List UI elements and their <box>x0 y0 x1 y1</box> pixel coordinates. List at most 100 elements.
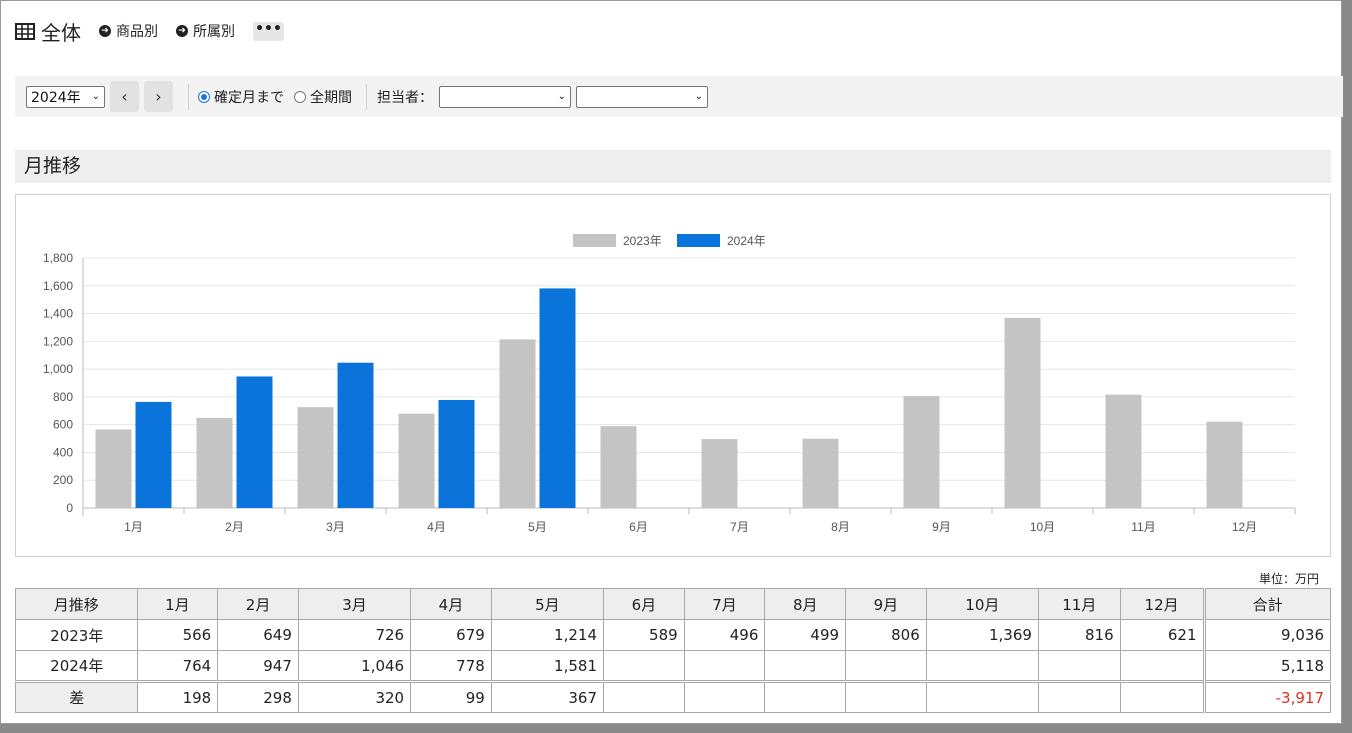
table-cell: 806 <box>845 619 927 651</box>
bar-curr-year <box>236 376 273 508</box>
table-header-cell: 4月 <box>410 588 492 620</box>
x-tick-label: 3月 <box>326 520 345 534</box>
y-tick-label: 800 <box>53 390 73 404</box>
table-cell <box>925 680 1039 713</box>
legend-swatch <box>677 234 720 247</box>
table-cell: 778 <box>410 650 492 682</box>
nav-link-product[interactable]: ➜ 商品別 <box>99 21 158 41</box>
filter-toolbar: 2024年 ⌄ ‹ › 確定月まで 全期間 担当者： ⌄ ⌄ <box>15 76 1343 117</box>
row-label: 2023年 <box>15 619 138 651</box>
total-cell: -3,917 <box>1202 680 1332 713</box>
table-header-cell: 5月 <box>490 588 605 620</box>
table-cell: 499 <box>764 619 847 651</box>
table-row: 2024年 764 947 1,046 778 1,581 5,118 <box>15 650 1332 682</box>
table-cell <box>764 650 847 682</box>
radio-all-period[interactable]: 全期間 <box>294 87 352 107</box>
table-header-row: 月推移 1月 2月 3月 4月 5月 6月 7月 8月 9月 10月 11月 12月 合計 <box>15 588 1332 620</box>
bar-curr-year <box>438 399 475 508</box>
bar-prev-year <box>1105 394 1142 508</box>
radio-confirmed-month[interactable]: 確定月まで <box>198 87 284 107</box>
monthly-table: 月推移 1月 2月 3月 4月 5月 6月 7月 8月 9月 10月 11月 12月 合計 2023年 56… <box>15 588 1332 713</box>
y-tick-label: 1,400 <box>43 307 73 321</box>
bar-prev-year <box>1004 317 1041 508</box>
circle-arrow-right-icon: ➜ <box>176 25 188 37</box>
table-cell: 496 <box>683 619 766 651</box>
toolbar-divider <box>366 83 367 110</box>
x-tick-label: 4月 <box>427 520 446 534</box>
table-cell: 1,214 <box>490 619 605 651</box>
year-select-value: 2024年 <box>31 89 81 106</box>
nav-link-department-label: 所属別 <box>193 24 235 40</box>
table-cell: 589 <box>603 619 685 651</box>
legend-label: 2023年 <box>623 234 662 248</box>
table-cell <box>764 680 847 713</box>
bar-curr-year <box>539 288 576 508</box>
table-cell: 1,369 <box>925 619 1039 651</box>
x-tick-label: 1月 <box>124 520 143 534</box>
table-cell: 726 <box>297 619 412 651</box>
staff-select-1[interactable]: ⌄ <box>439 85 571 108</box>
legend-swatch <box>573 234 616 247</box>
x-tick-label: 6月 <box>629 520 648 534</box>
y-tick-label: 1,800 <box>43 251 73 265</box>
table-cell: 1,046 <box>297 650 412 682</box>
y-tick-label: 600 <box>53 418 73 432</box>
table-row: 差 198 298 320 99 367 -3,917 <box>15 680 1332 713</box>
page-title-text: 全体 <box>41 20 81 45</box>
table-cell <box>603 650 685 682</box>
table-cell: 679 <box>410 619 492 651</box>
table-header-cell: 12月 <box>1119 588 1205 620</box>
table-header-cell: 月推移 <box>15 588 138 620</box>
more-button[interactable]: ••• <box>253 21 284 41</box>
chevron-down-icon: ⌄ <box>91 91 100 102</box>
table-cell <box>845 650 927 682</box>
table-cell <box>1037 650 1121 682</box>
table-cell <box>683 650 766 682</box>
section-title: 月推移 <box>15 150 1331 183</box>
x-tick-label: 11月 <box>1131 520 1155 534</box>
x-tick-label: 12月 <box>1232 520 1257 534</box>
table-header-cell: 8月 <box>764 588 847 620</box>
table-cell <box>1119 680 1205 713</box>
x-tick-label: 7月 <box>730 520 749 534</box>
row-label: 差 <box>15 680 138 713</box>
staff-label: 担当者： <box>377 89 433 106</box>
table-header-cell: 7月 <box>683 588 766 620</box>
radio-all-period-dot[interactable] <box>294 90 306 103</box>
bar-prev-year <box>297 407 334 508</box>
nav-link-department[interactable]: ➜ 所属別 <box>176 21 235 41</box>
monthly-chart: 0 200 400 600 800 1,000 1,200 1,400 1,600 1,800 1月… <box>15 194 1331 557</box>
table-cell <box>683 680 766 713</box>
table-cell: 298 <box>217 680 299 713</box>
radio-confirmed-month-dot[interactable] <box>198 90 210 103</box>
bar-prev-year <box>95 429 132 508</box>
next-year-button[interactable]: › <box>144 81 173 112</box>
bar-prev-year <box>398 413 435 508</box>
staff-select-2[interactable]: ⌄ <box>576 85 708 108</box>
toolbar-divider <box>188 83 189 110</box>
table-cell <box>845 680 927 713</box>
table-cell: 649 <box>217 619 299 651</box>
table-row: 2023年 566 649 726 679 1,214 589 496 499 806 1,369 8… <box>15 619 1332 651</box>
bar-prev-year <box>1206 421 1243 508</box>
x-tick-label: 10月 <box>1030 520 1055 534</box>
table-cell <box>1119 650 1205 682</box>
unit-label: 単位：万円 <box>1258 572 1319 586</box>
table-cell <box>603 680 685 713</box>
bar-prev-year <box>196 417 233 508</box>
prev-year-button[interactable]: ‹ <box>110 81 139 112</box>
total-cell: 9,036 <box>1202 619 1332 651</box>
table-header-cell: 9月 <box>845 588 927 620</box>
year-select[interactable]: 2024年 ⌄ <box>26 85 105 108</box>
circle-arrow-right-icon: ➜ <box>99 25 111 37</box>
bar-chart-svg: 0 200 400 600 800 1,000 1,200 1,400 1,600 1,800 1月… <box>43 234 1296 534</box>
bar-prev-year <box>499 339 536 508</box>
bar-prev-year <box>802 438 839 508</box>
page-header: 全体 ➜ 商品別 ➜ 所属別 ••• <box>15 15 284 47</box>
table-header-cell: 1月 <box>136 588 219 620</box>
table-cell: 566 <box>136 619 219 651</box>
table-header-cell: 2月 <box>217 588 299 620</box>
page-title: 全体 <box>15 17 81 46</box>
table-icon <box>15 22 35 40</box>
table-cell: 99 <box>410 680 492 713</box>
